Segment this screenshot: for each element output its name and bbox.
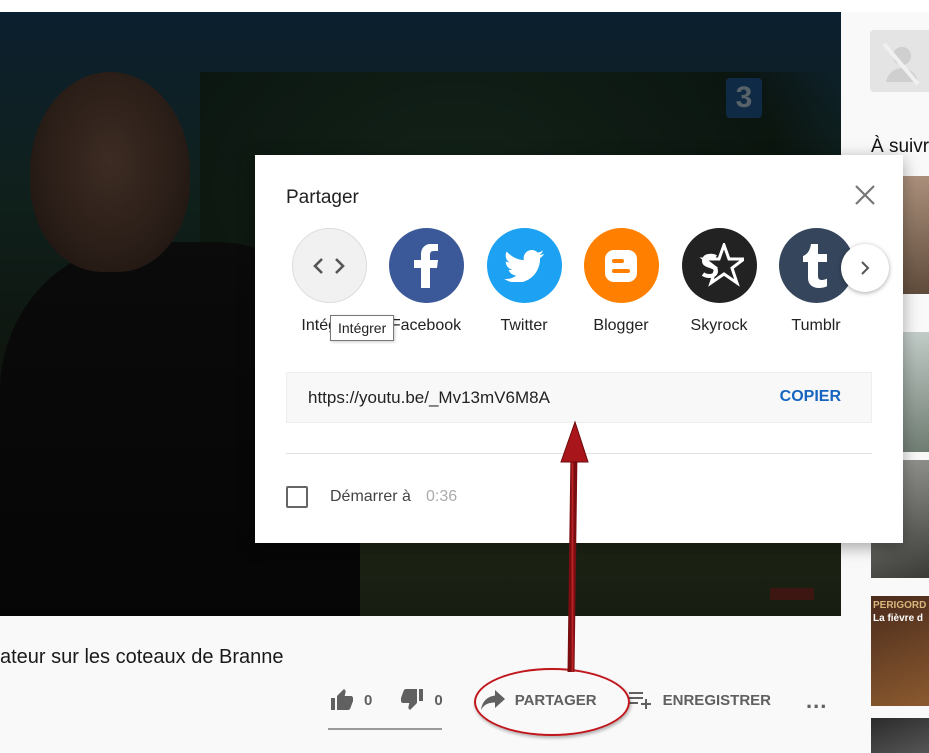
start-time-input[interactable]: 0:36 xyxy=(426,488,457,506)
top-strip xyxy=(0,0,929,12)
thumbs-down-icon xyxy=(401,689,424,710)
video-title: ateur sur les coteaux de Branne xyxy=(0,646,284,668)
sidebar-thumbnail[interactable]: PERIGORD La fièvre d xyxy=(871,596,929,706)
share-url[interactable]: https://youtu.be/_Mv13mV6M8A xyxy=(308,388,550,408)
dislike-count: 0 xyxy=(434,691,443,709)
thumbnail-caption: La fièvre d xyxy=(873,613,924,624)
sidebar-avatar[interactable] xyxy=(870,30,929,92)
embed-tooltip: Intégrer xyxy=(330,315,395,341)
share-option-blogger[interactable]: Blogger xyxy=(583,228,659,335)
share-option-twitter[interactable]: Twitter xyxy=(486,228,562,335)
close-icon xyxy=(855,185,875,205)
share-dialog: Partager Intégrer Facebook Twitter Blogg… xyxy=(255,155,903,543)
like-button[interactable]: 0 xyxy=(330,689,372,711)
share-option-label: Blogger xyxy=(593,317,649,334)
blogger-icon xyxy=(583,228,659,303)
share-option-tumblr[interactable]: Tumblr xyxy=(778,228,854,335)
share-option-skyrock[interactable]: Skyrock xyxy=(681,228,757,335)
thumbnail-caption: PERIGORD xyxy=(873,600,927,611)
share-option-facebook[interactable]: Facebook xyxy=(388,228,464,335)
embed-icon xyxy=(291,228,367,303)
start-at-label: Démarrer à xyxy=(330,488,411,505)
chevron-right-icon xyxy=(861,261,870,275)
dialog-title: Partager xyxy=(286,187,359,208)
like-ratio-bar xyxy=(328,728,442,730)
more-actions-button[interactable]: ... xyxy=(806,688,827,714)
dislike-button[interactable]: 0 xyxy=(400,689,443,711)
skyrock-icon xyxy=(681,228,757,303)
like-count: 0 xyxy=(364,691,373,709)
facebook-icon xyxy=(388,228,464,303)
muted-user-icon xyxy=(882,42,920,86)
share-option-label: Tumblr xyxy=(791,317,841,334)
annotation-ellipse xyxy=(474,668,630,736)
save-button[interactable]: ENREGISTRER xyxy=(628,690,771,710)
next-share-options-button[interactable] xyxy=(841,244,889,292)
start-at-checkbox[interactable] xyxy=(286,486,308,508)
share-option-label: Facebook xyxy=(390,317,462,334)
twitter-icon xyxy=(486,228,562,303)
share-url-box: https://youtu.be/_Mv13mV6M8A COPIER xyxy=(286,372,872,423)
share-option-label: Skyrock xyxy=(690,317,748,334)
share-option-label: Twitter xyxy=(500,317,548,334)
sidebar-thumbnail[interactable] xyxy=(871,718,929,753)
thumbs-up-icon xyxy=(331,689,353,710)
playlist-add-icon xyxy=(628,692,651,709)
save-label: ENREGISTRER xyxy=(662,691,771,709)
close-button[interactable] xyxy=(851,181,879,209)
dialog-divider xyxy=(286,453,872,454)
copy-button[interactable]: COPIER xyxy=(780,388,841,406)
